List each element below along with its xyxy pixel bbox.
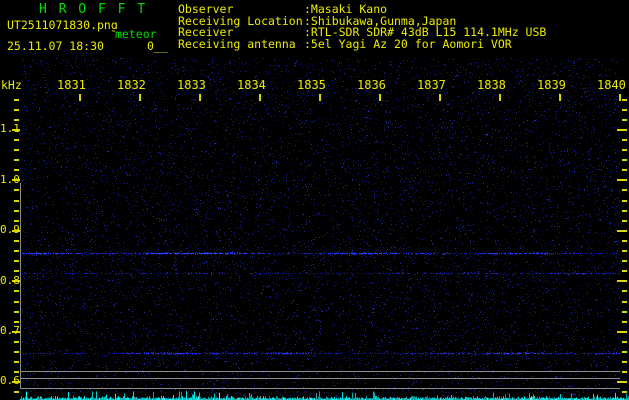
freq-tick-right <box>622 391 627 393</box>
freq-tick-right <box>622 149 627 151</box>
freq-tick-left <box>14 311 19 313</box>
freq-tick-left <box>14 260 19 262</box>
freq-tick-left <box>14 200 19 202</box>
freq-tick-left <box>14 371 19 373</box>
time-axis-tick <box>199 94 201 101</box>
freq-tick-right <box>622 159 627 161</box>
freq-tick-right <box>617 230 627 232</box>
filename-label: UT2511071830.png <box>7 18 118 32</box>
freq-tick-right <box>617 331 627 333</box>
freq-tick-right <box>622 311 627 313</box>
freq-tick-right <box>622 270 627 272</box>
freq-tick-right <box>622 220 627 222</box>
time-axis-tick <box>439 94 441 101</box>
datetime-label: 25.11.07 18:30 <box>7 39 104 53</box>
time-axis-label: 1840 <box>597 78 626 92</box>
freq-tick-right <box>617 179 627 181</box>
station-field-value: :5el Yagi Az 20 for Aomori VOR <box>304 37 512 52</box>
freq-tick-right <box>617 280 627 282</box>
time-axis-label: 1835 <box>297 78 326 92</box>
freq-tick-left <box>14 341 19 343</box>
freq-tick-right <box>622 341 627 343</box>
freq-tick-right <box>622 260 627 262</box>
time-axis-tick <box>79 94 81 101</box>
freq-tick-right <box>622 250 627 252</box>
freq-tick-right <box>622 200 627 202</box>
freq-axis-unit-label: kHz <box>1 78 22 92</box>
time-axis-tick <box>259 94 261 101</box>
freq-tick-left <box>14 321 19 323</box>
echo-count-label: 0__ <box>147 39 168 53</box>
freq-tick-left <box>14 391 19 393</box>
freq-tick-right <box>622 109 627 111</box>
freq-tick-right <box>622 321 627 323</box>
count-band-lower-line <box>20 388 620 389</box>
freq-axis-label: 1.1 <box>0 122 20 135</box>
freq-tick-right <box>622 119 627 121</box>
freq-tick-right <box>622 301 627 303</box>
freq-axis-label: 1.0 <box>0 173 20 186</box>
time-axis-tick <box>499 94 501 101</box>
freq-tick-right <box>622 189 627 191</box>
freq-tick-right <box>622 290 627 292</box>
freq-tick-right <box>622 351 627 353</box>
time-axis-label: 1834 <box>237 78 266 92</box>
freq-tick-left <box>14 189 19 191</box>
time-axis-label: 1833 <box>177 78 206 92</box>
freq-tick-left <box>14 119 19 121</box>
freq-tick-left <box>14 210 19 212</box>
freq-tick-right <box>622 210 627 212</box>
freq-tick-left <box>14 109 19 111</box>
time-axis-label: 1839 <box>537 78 566 92</box>
freq-tick-right <box>622 240 627 242</box>
freq-tick-right <box>617 129 627 131</box>
freq-tick-left <box>14 99 19 101</box>
freq-tick-left <box>14 301 19 303</box>
freq-tick-left <box>14 159 19 161</box>
freq-tick-left <box>14 149 19 151</box>
freq-tick-left <box>14 240 19 242</box>
app-title: H R O F F T <box>39 2 148 17</box>
freq-axis-label: 0.9 <box>0 223 20 236</box>
time-axis-label: 1837 <box>417 78 446 92</box>
time-axis-tick <box>379 94 381 101</box>
count-band-upper-line <box>20 371 620 372</box>
freq-axis-label: 0.8 <box>0 274 20 287</box>
freq-tick-right <box>622 99 627 101</box>
freq-tick-left <box>14 361 19 363</box>
time-axis-tick <box>139 94 141 101</box>
freq-tick-right <box>617 381 627 383</box>
freq-tick-left <box>14 139 19 141</box>
freq-tick-right <box>622 169 627 171</box>
freq-tick-right <box>622 139 627 141</box>
time-axis-label: 1838 <box>477 78 506 92</box>
time-axis-label: 1832 <box>117 78 146 92</box>
time-axis-tick <box>559 94 561 101</box>
freq-tick-left <box>14 270 19 272</box>
freq-tick-right <box>622 371 627 373</box>
freq-tick-left <box>14 169 19 171</box>
freq-tick-left <box>14 220 19 222</box>
time-axis-tick <box>319 94 321 101</box>
freq-tick-right <box>622 361 627 363</box>
time-axis-label: 1836 <box>357 78 386 92</box>
spectrogram-canvas <box>0 0 629 400</box>
hrofft-output-window: H R O F F T UT2511071830.png meteor 25.1… <box>0 0 629 400</box>
freq-tick-left <box>14 351 19 353</box>
freq-axis-label: 0.6 <box>0 374 20 387</box>
station-field-label: Receiving antenna <box>178 37 296 52</box>
freq-tick-left <box>14 250 19 252</box>
count-band-middle-line <box>20 378 620 379</box>
freq-tick-left <box>14 290 19 292</box>
count-band-left-border-line <box>20 183 21 388</box>
freq-axis-label: 0.7 <box>0 324 20 337</box>
time-axis-label: 1831 <box>57 78 86 92</box>
time-axis-tick <box>619 94 621 101</box>
